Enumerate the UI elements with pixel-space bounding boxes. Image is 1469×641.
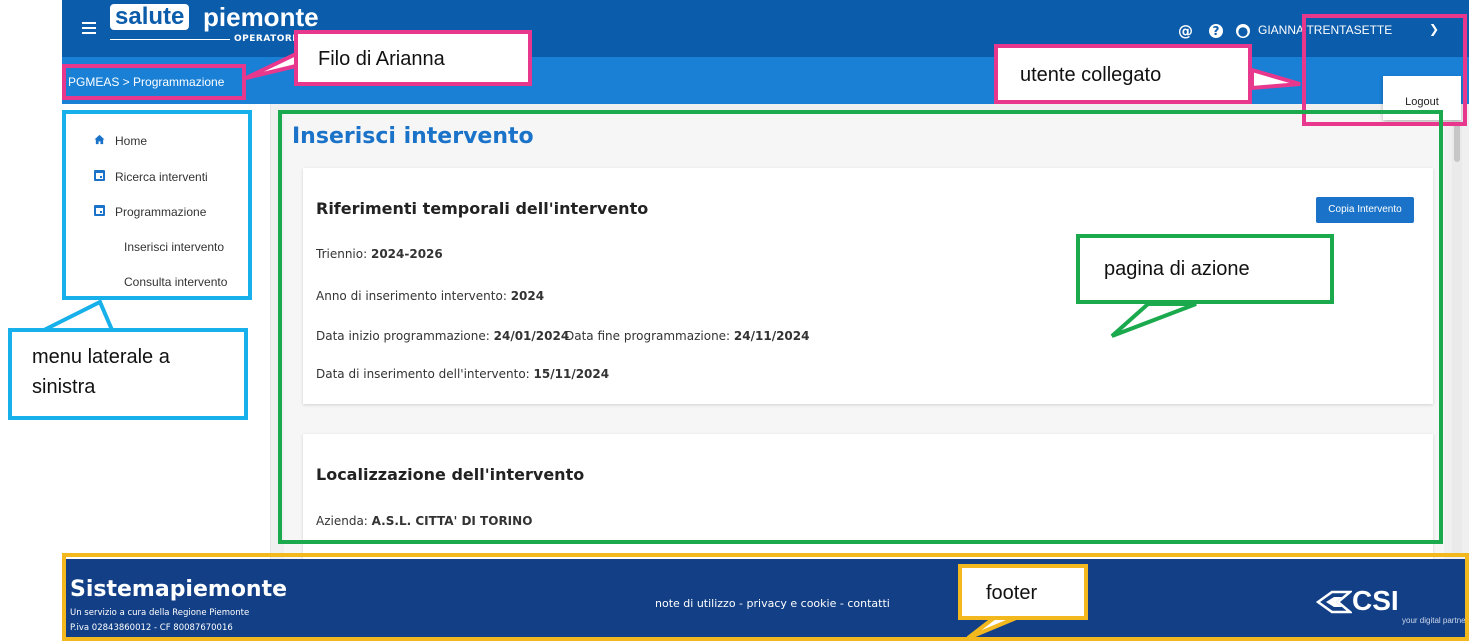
menu-icon[interactable] [82, 22, 96, 34]
callout-text: utente collegato [1020, 64, 1162, 86]
footer-annotation-frame [62, 553, 1469, 641]
scrollbar-thumb[interactable] [1454, 122, 1460, 162]
logo-salute-text: salute [110, 4, 190, 30]
sidebar-annotation-frame [62, 110, 252, 300]
callout-text: pagina di azione [1104, 258, 1250, 280]
help-icon[interactable]: ? [1209, 24, 1223, 38]
filo-di-arianna-callout: Filo di Arianna [294, 30, 532, 86]
menu-laterale-callout: menu laterale a sinistra [8, 328, 248, 420]
logo-divider [110, 39, 230, 40]
top-header: salute piemonte OPERATORI @ ? ● GIANNA T… [62, 0, 1469, 57]
at-icon[interactable]: @ [1178, 24, 1193, 39]
pagina-di-azione-callout: pagina di azione [1076, 234, 1334, 304]
callout-text: footer [986, 582, 1038, 604]
utente-collegato-callout: utente collegato [994, 44, 1252, 104]
user-icon[interactable]: ● [1236, 24, 1250, 38]
breadcrumb-annotation-frame [62, 64, 246, 100]
main-annotation-frame [278, 110, 1443, 544]
breadcrumb-bar: PGMEAS > Programmazione [62, 57, 1469, 104]
scrollbar-track[interactable] [1452, 120, 1462, 556]
callout-text: Filo di Arianna [318, 48, 445, 70]
footer-callout: footer [958, 564, 1088, 620]
logo-piemonte-text: piemonte [203, 2, 319, 32]
logo-operatori-text: OPERATORI [234, 34, 297, 44]
callout-text: sinistra [32, 376, 96, 398]
callout-text: menu laterale a [32, 346, 170, 368]
